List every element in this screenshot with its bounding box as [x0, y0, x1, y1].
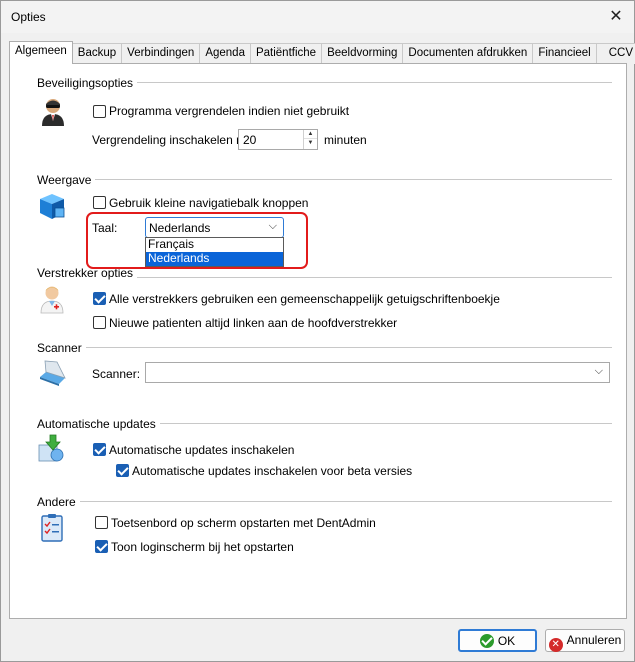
group-title-scanner: Scanner [37, 341, 86, 355]
group-title-andere: Andere [37, 495, 80, 509]
beta-updates-checkbox[interactable] [116, 464, 129, 477]
tab-verbindingen[interactable]: Verbindingen [121, 43, 201, 64]
onscreen-keyboard-label: Toetsenbord op scherm opstarten met Dent… [111, 516, 376, 530]
spin-down-icon[interactable]: ▼ [304, 139, 317, 148]
spinner-buttons: ▲ ▼ [303, 130, 317, 149]
checklist-icon [41, 514, 63, 542]
window-title: Opties [11, 10, 46, 24]
group-divider [37, 347, 612, 348]
scanner-select[interactable]: ⌵ [145, 362, 610, 383]
auto-updates-label: Automatische updates inschakelen [109, 443, 295, 457]
options-dialog: Opties ✕ Algemeen Backup Verbindingen Ag… [0, 0, 635, 662]
spin-up-icon[interactable]: ▲ [304, 130, 317, 139]
chevron-down-icon: ⌵ [594, 365, 603, 377]
cancel-x-icon: ✕ [548, 638, 563, 652]
language-label: Taal: [92, 221, 118, 235]
security-agent-icon [42, 99, 64, 126]
tab-algemeen[interactable]: Algemeen [9, 41, 73, 64]
login-screen-checkbox[interactable] [95, 540, 108, 553]
shared-booklet-checkbox[interactable] [93, 292, 106, 305]
group-title-weergave: Weergave [37, 173, 96, 187]
cancel-button[interactable]: ✕ Annuleren [545, 629, 625, 652]
group-title-updates: Automatische updates [37, 417, 160, 431]
minutes-unit-label: minuten [324, 133, 367, 147]
link-main-provider-label: Nieuwe patienten altijd linken aan de ho… [109, 316, 398, 330]
lock-program-checkbox[interactable] [93, 105, 106, 118]
tab-patientfiche[interactable]: Patiëntfiche [249, 43, 323, 64]
group-divider [37, 501, 612, 502]
ok-button[interactable]: OK [458, 629, 537, 652]
ok-check-icon [479, 634, 494, 648]
scanner-icon [40, 360, 66, 386]
title-bar: Opties ✕ [1, 1, 634, 33]
language-select[interactable]: Nederlands ⌵ [145, 217, 284, 238]
link-main-provider-checkbox[interactable] [93, 316, 106, 329]
chevron-down-icon: ⌵ [268, 220, 277, 232]
language-option-nederlands[interactable]: Nederlands [146, 252, 283, 266]
language-value: Nederlands [149, 221, 211, 235]
beta-updates-label: Automatische updates inschakelen voor be… [132, 464, 413, 478]
doctor-icon [40, 286, 64, 314]
cancel-button-label: Annuleren [566, 633, 622, 647]
minutes-value: 20 [243, 133, 257, 147]
auto-updates-checkbox[interactable] [93, 443, 106, 456]
group-title-verstrekker: Verstrekker opties [37, 266, 138, 280]
tab-documenten-afdrukken[interactable]: Documenten afdrukken [402, 43, 534, 64]
ok-button-label: OK [497, 634, 516, 648]
shared-booklet-label: Alle verstrekkers gebruiken een gemeensc… [109, 292, 500, 306]
lock-after-label: Vergrendeling inschakelen na [92, 133, 250, 147]
tab-ccv[interactable]: CCV [595, 43, 635, 64]
language-dropdown-list: Français Nederlands [145, 237, 284, 267]
onscreen-keyboard-checkbox[interactable] [95, 516, 108, 529]
scanner-label: Scanner: [92, 367, 141, 381]
small-nav-checkbox[interactable] [93, 196, 106, 209]
lock-program-label: Programma vergrendelen indien niet gebru… [109, 104, 350, 118]
tab-backup[interactable]: Backup [71, 43, 123, 64]
update-icon [38, 434, 64, 462]
group-divider [37, 179, 612, 180]
login-screen-label: Toon loginscherm bij het opstarten [111, 540, 294, 554]
tab-beeldvorming[interactable]: Beeldvorming [321, 43, 404, 64]
tab-agenda[interactable]: Agenda [199, 43, 251, 64]
minutes-spinner[interactable]: 20 ▲ ▼ [238, 129, 318, 150]
small-nav-label: Gebruik kleine navigatiebalk knoppen [109, 196, 309, 210]
3d-box-icon [40, 194, 65, 219]
close-icon[interactable]: ✕ [606, 7, 626, 27]
tab-strip: Algemeen Backup Verbindingen Agenda Pati… [9, 41, 635, 64]
language-option-francais[interactable]: Français [146, 238, 283, 252]
group-title-beveiliging: Beveiligingsopties [37, 76, 138, 90]
tab-financieel[interactable]: Financieel [532, 43, 597, 64]
